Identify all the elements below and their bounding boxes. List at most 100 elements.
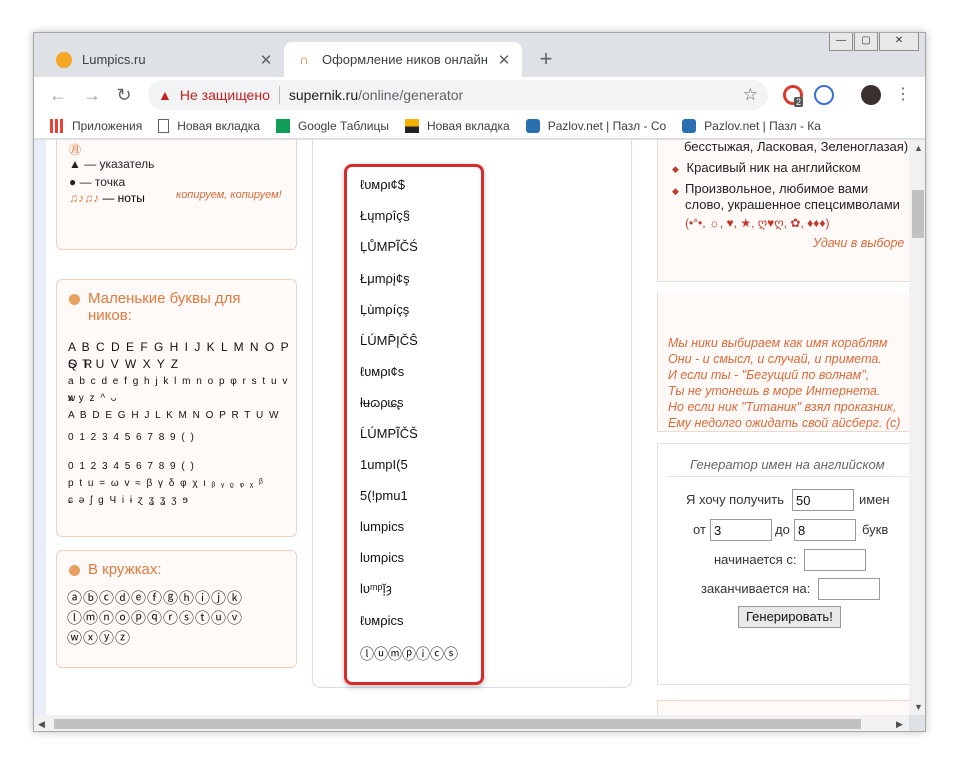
letters-line[interactable]: p t u = ω v ≈ β γ δ φ χ ι ᵦ ᵧ ᵨ ᵩ ᵪ ᵝ [68, 475, 264, 492]
browser-toolbar: ← → ↻ ▲ Не защищено supernik.ru /online/… [34, 77, 925, 113]
lumpics-favicon-icon [56, 51, 72, 68]
vertical-scrollbar[interactable]: ▲ ▼ [909, 140, 925, 715]
circle-letters-line[interactable]: ⓐⓑⓒⓓⓔⓕⓖⓗⓘⓙⓚ [67, 589, 243, 609]
opera-extension-icon[interactable]: 2 [783, 85, 804, 107]
nick-result[interactable]: Ļùmρíçş [360, 302, 409, 317]
symbols-panel: ㊊ ▲ — указатель ● — точка ♫♪♫♪ — ноты ко… [56, 140, 297, 250]
page-icon [158, 118, 170, 133]
circles-panel: В кружках: ⓐⓑⓒⓓⓔⓕⓖⓗⓘⓙⓚ ⓛⓜⓝⓞⓟⓠⓡⓢⓣⓤⓥ ⓦⓧⓨⓩ [56, 550, 297, 668]
close-icon[interactable]: ✕ [256, 51, 276, 69]
close-icon[interactable]: ✕ [494, 51, 514, 69]
divider [278, 86, 280, 104]
bookmarks-bar: Приложения Новая вкладка Google Таблицы … [34, 113, 925, 139]
scroll-thumb[interactable] [912, 190, 924, 238]
starts-with-input[interactable] [804, 549, 866, 571]
panel-title: Маленькие буквы для ников: [57, 290, 287, 324]
bookmark-pazlov-2[interactable]: Pazlov.net | Пазл - Ка [682, 118, 821, 133]
count-input[interactable] [792, 489, 854, 511]
letters-line[interactable]: 0 1 2 3 4 5 6 7 8 9 ( ) [68, 429, 195, 446]
scroll-left-icon[interactable]: ◀ [38, 719, 45, 730]
sheets-icon [275, 118, 290, 133]
name-generator-form: Генератор имен на английском Я хочу полу… [657, 443, 909, 685]
circle-letters-line[interactable]: ⓛⓜⓝⓞⓟⓠⓡⓢⓣⓤⓥ [67, 609, 243, 629]
letters-line[interactable]: ɕ ə ʃ ɡ Ч i ɨ ɀ ʓ ʓ ʒ ɘ [68, 492, 189, 509]
globe-extension-icon[interactable] [814, 85, 834, 105]
scroll-up-icon[interactable]: ▲ [914, 143, 923, 153]
forward-button[interactable]: → [80, 83, 104, 107]
max-length-input[interactable] [794, 519, 856, 541]
tab-supernik[interactable]: ∩ Оформление ников онлайн ✕ [284, 42, 522, 77]
symbols-line: (•°•, ☼, ♥, ★, ღ♥ღ, ✿, ♦♦♦) [685, 216, 830, 230]
generate-button[interactable]: Генерировать! [738, 606, 841, 628]
panel-title: В кружках: [57, 561, 162, 578]
dot-legend: ● — точка [69, 175, 126, 189]
image-icon [404, 118, 419, 133]
circle-letters-line[interactable]: ⓦⓧⓨⓩ [67, 629, 131, 649]
scroll-thumb[interactable] [54, 719, 861, 729]
bookmark-label: Новая вкладка [177, 118, 260, 133]
letters-line[interactable]: 0 1 2 3 4 5 6 7 8 9 ( ) [68, 458, 195, 475]
nick-result[interactable]: lυmρics [360, 550, 404, 565]
poem-line: Мы ники выбираем как имя кораблям [668, 336, 888, 350]
ends-with-input[interactable] [818, 578, 880, 600]
bookmark-pazlov-1[interactable]: Pazlov.net | Пазл - Со [525, 118, 666, 133]
poem-panel: Мы ники выбираем как имя кораблям Они - … [657, 292, 909, 432]
right-info-panel: бесстыжая, Ласковая, Зеленоглазая) ◆ Кра… [657, 140, 909, 282]
nick-result[interactable]: 5(!pmu1 [360, 488, 408, 503]
apps-grid-icon [50, 118, 64, 133]
nick-result[interactable]: ⓛⓤⓜⓟⓘⓒⓢ [360, 644, 458, 664]
security-label[interactable]: Не защищено [180, 87, 270, 103]
page-left-edge [34, 140, 46, 715]
nick-result[interactable]: Łμmρį¢ş [360, 271, 410, 286]
tab-lumpics[interactable]: Lumpics.ru ✕ [44, 42, 284, 77]
letters-line[interactable]: x y z ^ ᴗ [68, 390, 118, 407]
nick-result[interactable]: 1umpI(5 [360, 457, 408, 472]
letters-line[interactable]: A B D E G H J L K M N O P R T U W [68, 407, 280, 424]
extension-badge: 2 [794, 97, 804, 107]
bookmark-star-icon[interactable]: ☆ [743, 85, 758, 105]
maximize-button[interactable]: ▢ [854, 33, 878, 51]
reload-button[interactable]: ↻ [112, 83, 136, 107]
warning-icon: ▲ [158, 87, 172, 103]
puzzle-icon [682, 118, 697, 133]
nick-result[interactable]: łʉɷρɩɕʂ [360, 395, 404, 410]
bookmark-google-sheets[interactable]: Google Таблицы [275, 118, 389, 133]
address-bar[interactable]: ▲ Не защищено supernik.ru /online/genera… [148, 80, 768, 110]
nick-result[interactable]: lumpics [360, 519, 404, 534]
poem-line: Они - и смысл, и случай, и примета. [668, 352, 882, 366]
horizontal-scrollbar[interactable]: ◀ ▶ [34, 715, 909, 731]
list-item: ◆ Красивый ник на английском [672, 158, 861, 179]
poem-line: И если ты - "Бегущий по волнам", [668, 368, 870, 382]
bookmark-apps[interactable]: Приложения [50, 118, 142, 133]
bookmark-label: Новая вкладка [426, 118, 510, 133]
nick-result[interactable]: ĹÚMP̃ĮČŜ [360, 333, 418, 348]
nick-result[interactable]: ℓυмρι¢s [360, 364, 404, 379]
nick-result[interactable]: Łųmρîç§ [360, 208, 410, 223]
right-lower-panel [657, 700, 909, 715]
nick-result[interactable]: ĻŮMPĨČŚ [360, 239, 418, 254]
menu-icon[interactable]: ⋮ [891, 83, 915, 107]
profile-avatar[interactable] [861, 85, 881, 105]
min-length-input[interactable] [710, 519, 772, 541]
new-tab-button[interactable]: + [534, 48, 558, 70]
nick-result[interactable]: lυᵐᵖĭ͎ȝ [360, 581, 392, 596]
supernik-favicon-icon: ∩ [299, 51, 309, 67]
list-item-label: Красивый ник на английском [686, 160, 861, 175]
letters-line[interactable]: S T U V W X Y Z [68, 356, 180, 373]
nick-result[interactable]: ℓυмρι¢$ [360, 177, 405, 192]
scroll-down-icon[interactable]: ▼ [914, 702, 923, 712]
scroll-right-icon[interactable]: ▶ [896, 719, 903, 730]
names-label: имен [859, 492, 890, 507]
back-button[interactable]: ← [46, 83, 70, 107]
page-viewport: ㊊ ▲ — указатель ● — точка ♫♪♫♪ — ноты ко… [34, 140, 909, 715]
tab-title: Lumpics.ru [82, 52, 146, 67]
close-window-button[interactable]: ✕ [879, 33, 919, 51]
bullet-icon [69, 294, 80, 305]
nick-result[interactable]: ĹÚMPĨČŠ [360, 426, 418, 441]
bookmark-new-tab[interactable]: Новая вкладка [158, 118, 260, 133]
nick-result[interactable]: ℓυмρics [360, 613, 404, 628]
bookmark-label: Google Таблицы [297, 118, 389, 133]
minimize-button[interactable]: — [829, 33, 853, 51]
list-item-continued: бесстыжая, Ласковая, Зеленоглазая) [684, 140, 909, 154]
bookmark-new-tab-2[interactable]: Новая вкладка [404, 118, 510, 133]
